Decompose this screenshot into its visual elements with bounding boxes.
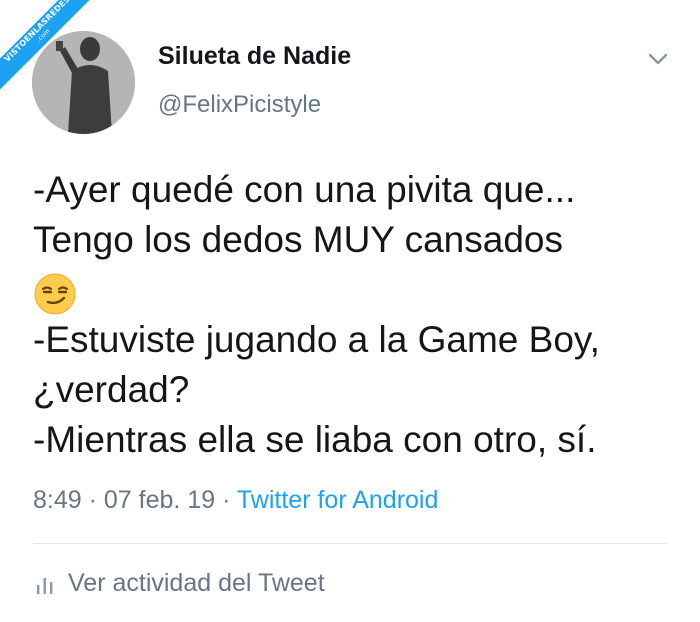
tweet-line: Tengo los dedos MUY cansados: [33, 219, 563, 260]
tweet-time[interactable]: 8:49: [33, 486, 82, 514]
tweet-meta: 8:49 · 07 feb. 19 · Twitter for Android: [33, 486, 438, 515]
meta-separator: ·: [88, 486, 97, 514]
tweet-line: -Estuviste jugando a la Game Boy,: [33, 319, 600, 360]
tweet-line: -Ayer quedé con una pivita que...: [33, 169, 576, 210]
smirking-face-emoji: [34, 273, 76, 315]
tweet-line: -Mientras ella se liaba con otro, sí.: [33, 419, 597, 460]
author-handle[interactable]: @FelixPicistyle: [158, 91, 321, 119]
tweet-line: ¿verdad?: [33, 369, 190, 410]
avatar[interactable]: [32, 31, 135, 134]
divider: [33, 543, 667, 544]
silhouette-icon: [32, 31, 135, 134]
chevron-down-icon[interactable]: [646, 49, 670, 69]
tweet-text: -Ayer quedé con una pivita que... Tengo …: [33, 165, 683, 465]
tweet-date[interactable]: 07 feb. 19: [104, 486, 215, 514]
view-activity-button[interactable]: Ver actividad del Tweet: [36, 569, 325, 598]
meta-separator: ·: [222, 486, 231, 514]
author-name[interactable]: Silueta de Nadie: [158, 42, 351, 71]
bar-chart-icon: [37, 577, 53, 594]
view-activity-label: Ver actividad del Tweet: [68, 569, 325, 597]
tweet-source-link[interactable]: Twitter for Android: [237, 486, 438, 514]
emoji-line: [33, 265, 683, 315]
